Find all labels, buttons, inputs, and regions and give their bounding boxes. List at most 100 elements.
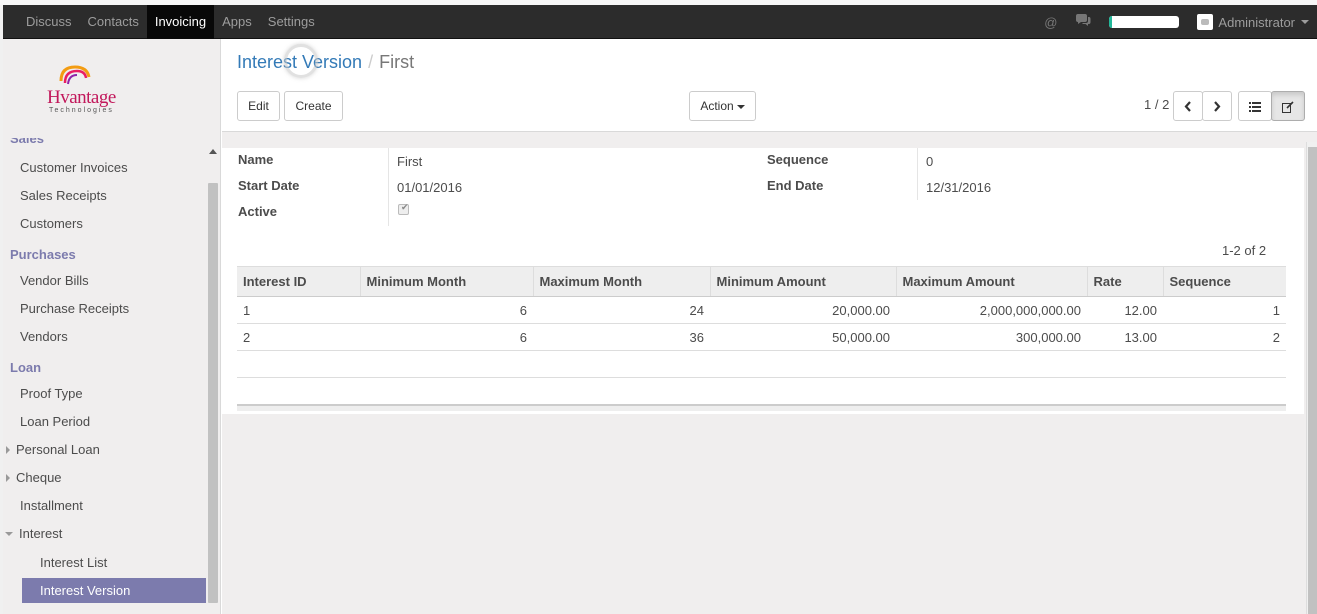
sidebar-item-label: Cheque xyxy=(16,470,62,485)
menu-invoicing[interactable]: Invoicing xyxy=(146,5,215,39)
scrollbar-thumb[interactable] xyxy=(1308,147,1317,614)
scrollbar-thumb[interactable] xyxy=(208,183,218,603)
sidebar-item-interest-version[interactable]: Interest Version xyxy=(22,578,206,603)
main-scrollbar[interactable] xyxy=(1306,142,1317,614)
action-label: Action xyxy=(700,99,734,113)
caret-right-icon xyxy=(6,445,10,454)
cell-maximum-month: 24 xyxy=(533,296,710,324)
pager-previous-button[interactable] xyxy=(1173,91,1203,121)
cell-minimum-amount: 20,000.00 xyxy=(710,296,896,324)
user-name[interactable]: Administrator xyxy=(1218,15,1295,30)
empty-row xyxy=(237,350,1286,378)
end-date-value: 12/31/2016 xyxy=(926,180,992,195)
column-minimum-amount[interactable]: Minimum Amount xyxy=(709,266,896,297)
control-panel: Interest Version / First Edit Create Actio… xyxy=(222,39,1317,132)
menu-settings[interactable]: Settings xyxy=(260,5,323,39)
navbar-right: @ Administrator xyxy=(1044,5,1317,39)
section-purchases: Purchases xyxy=(10,247,76,262)
chat-icon[interactable] xyxy=(1075,14,1091,30)
field-divider xyxy=(917,148,918,200)
chevron-down-icon[interactable] xyxy=(1301,20,1309,24)
avatar[interactable] xyxy=(1197,14,1214,30)
column-maximum-month[interactable]: Maximum Month xyxy=(532,266,710,297)
column-sequence[interactable]: Sequence xyxy=(1162,266,1286,297)
sidebar-item-loan-period[interactable]: Loan Period xyxy=(20,414,90,429)
column-interest-id[interactable]: Interest ID xyxy=(237,266,360,297)
top-bar: Discuss Contacts Invoicing Apps Settings… xyxy=(0,0,1317,39)
breadcrumb-separator: / xyxy=(368,52,374,72)
active-label: Active xyxy=(238,204,278,219)
chevron-right-icon xyxy=(1214,101,1221,113)
edit-button[interactable]: Edit xyxy=(237,91,280,121)
section-loan: Loan xyxy=(10,360,42,375)
column-minimum-month[interactable]: Minimum Month xyxy=(359,266,533,297)
create-button[interactable]: Create xyxy=(284,91,343,121)
sidebar-item-proof-type[interactable]: Proof Type xyxy=(20,386,83,401)
table-footer xyxy=(237,404,1286,411)
sidebar-item-interest-list[interactable]: Interest List xyxy=(40,555,107,570)
cell-rate: 13.00 xyxy=(1087,323,1163,351)
caret-right-icon xyxy=(6,473,10,482)
section-sales: Sales xyxy=(10,138,44,146)
sidebar-item-interest[interactable]: Interest xyxy=(5,526,62,541)
active-checkbox: ✔ xyxy=(398,202,409,215)
app-menu: Discuss Contacts Invoicing Apps Settings xyxy=(18,5,323,39)
sidebar-item-vendor-bills[interactable]: Vendor Bills xyxy=(20,273,89,288)
cell-interest-id: 1 xyxy=(237,296,360,324)
table-header-row: Interest ID Minimum Month Maximum Month … xyxy=(237,266,1286,297)
sequence-label: Sequence xyxy=(767,152,829,167)
cell-maximum-amount: 2,000,000,000.00 xyxy=(896,296,1087,324)
progress-fill xyxy=(1109,16,1113,28)
sidebar-item-installment[interactable]: Installment xyxy=(20,498,83,513)
sidebar-item-sales-receipts[interactable]: Sales Receipts xyxy=(20,188,107,203)
end-date-label: End Date xyxy=(767,178,824,193)
column-rate[interactable]: Rate xyxy=(1086,266,1163,297)
sidebar-scrollbar[interactable] xyxy=(207,146,219,614)
sidebar: Hvantage Technologies Sales Customer Inv… xyxy=(3,39,221,614)
at-mention-icon[interactable]: @ xyxy=(1044,15,1057,30)
sidebar-item-customers[interactable]: Customers xyxy=(20,216,83,231)
action-dropdown-button[interactable]: Action xyxy=(689,91,756,121)
sidebar-item-cheque[interactable]: Cheque xyxy=(6,470,62,485)
breadcrumb: Interest Version / First xyxy=(237,52,414,73)
table-row[interactable]: 2 6 36 50,000.00 300,000.00 13.00 2 xyxy=(237,323,1286,351)
pager-value[interactable]: 1 / 2 xyxy=(1144,97,1169,112)
list-view-button[interactable] xyxy=(1238,91,1272,121)
menu-apps[interactable]: Apps xyxy=(214,5,260,39)
table-row[interactable]: 1 6 24 20,000.00 2,000,000,000.00 12.00 … xyxy=(237,296,1286,324)
cell-interest-id: 2 xyxy=(237,323,360,351)
sidebar-item-customer-invoices[interactable]: Customer Invoices xyxy=(20,160,128,175)
menu-contacts[interactable]: Contacts xyxy=(80,5,147,39)
cell-rate: 12.00 xyxy=(1087,296,1163,324)
cell-sequence: 2 xyxy=(1163,323,1286,351)
start-date-label: Start Date xyxy=(238,178,300,193)
avatar-image xyxy=(1201,19,1210,25)
cell-minimum-month: 6 xyxy=(360,296,533,324)
cell-minimum-month: 6 xyxy=(360,323,533,351)
sidebar-item-label: Interest xyxy=(19,526,63,541)
breadcrumb-current: First xyxy=(379,52,415,72)
list-icon xyxy=(1249,101,1261,112)
start-date-value: 01/01/2016 xyxy=(397,180,463,195)
scroll-up-icon[interactable] xyxy=(209,149,217,154)
column-maximum-amount[interactable]: Maximum Amount xyxy=(895,266,1087,297)
menu-discuss[interactable]: Discuss xyxy=(18,5,80,39)
form-view-button[interactable] xyxy=(1271,91,1305,121)
company-logo: Hvantage Technologies xyxy=(43,63,138,119)
sidebar-item-purchase-receipts[interactable]: Purchase Receipts xyxy=(20,301,129,316)
caret-down-icon xyxy=(5,531,13,536)
edit-icon xyxy=(1282,101,1294,113)
pager-next-button[interactable] xyxy=(1202,91,1232,121)
interest-lines-table: Interest ID Minimum Month Maximum Month … xyxy=(237,266,1286,378)
name-value: First xyxy=(397,154,423,169)
sidebar-item-personal-loan[interactable]: Personal Loan xyxy=(6,442,100,457)
sequence-value: 0 xyxy=(926,154,934,169)
chevron-left-icon xyxy=(1184,101,1191,113)
main-navbar: Discuss Contacts Invoicing Apps Settings… xyxy=(3,5,1317,39)
loading-progress-bar xyxy=(1109,16,1180,28)
sidebar-item-vendors[interactable]: Vendors xyxy=(20,329,68,344)
logo-subtitle: Technologies xyxy=(49,107,114,114)
sidebar-item-label: Personal Loan xyxy=(16,442,100,457)
field-divider xyxy=(388,148,389,226)
list-pager[interactable]: 1-2 of 2 xyxy=(1222,243,1266,258)
